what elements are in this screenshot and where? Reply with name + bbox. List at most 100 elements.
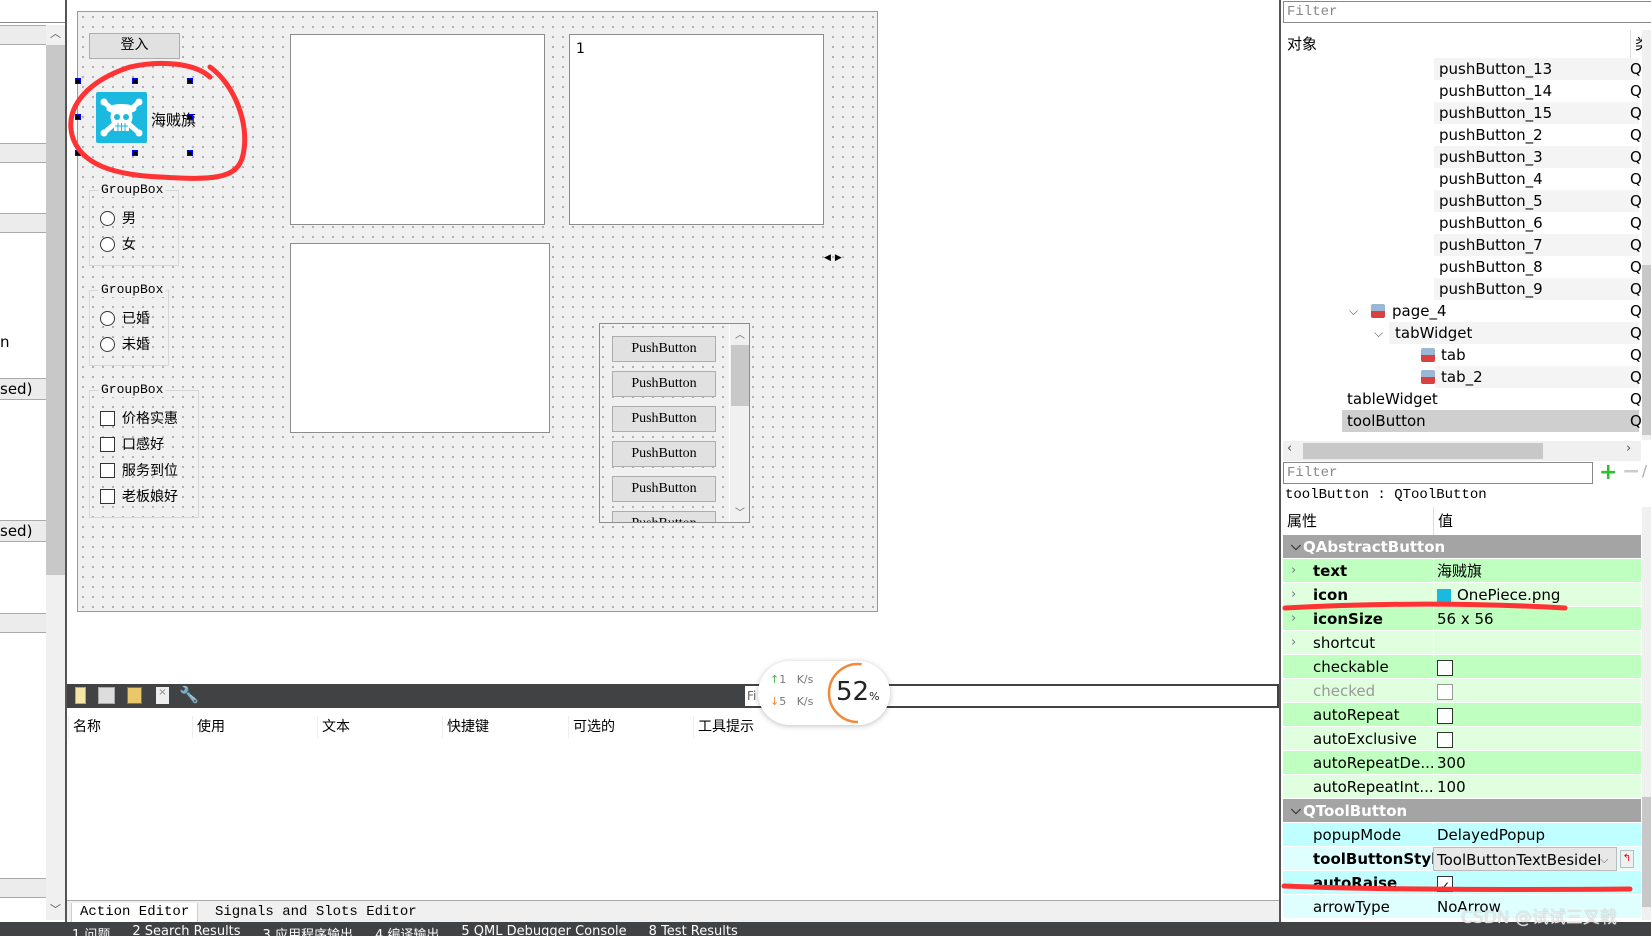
scrollbar-thumb[interactable] [731, 345, 749, 406]
object-tree-row[interactable]: pushButton_6 Q [1434, 212, 1642, 234]
checkbox[interactable] [100, 436, 115, 452]
scrollbar-thumb[interactable] [1642, 265, 1651, 435]
object-tree-vscrollbar[interactable] [1642, 30, 1651, 440]
chevron-down-icon[interactable]: ⌵ [1291, 535, 1301, 559]
left-section-header[interactable]: sed) [0, 378, 46, 400]
chevron-down-icon[interactable]: ⌵ [1374, 322, 1383, 344]
chevron-down-icon[interactable]: ⌵ [1349, 300, 1358, 322]
object-tree-row[interactable]: pushButton_7 Q [1434, 234, 1642, 256]
property-filter-input[interactable]: Filter [1283, 462, 1593, 484]
status-tab[interactable]: 3 应用程序输出 [263, 924, 353, 936]
left-section-header[interactable] [0, 213, 46, 233]
text-edit-1[interactable] [290, 34, 545, 225]
radio-female[interactable]: 女 [100, 234, 136, 254]
add-property-icon[interactable]: + [1599, 460, 1617, 485]
copy-icon[interactable] [98, 687, 115, 704]
object-tree-row[interactable]: ⌵ page_4 Q [1281, 300, 1642, 322]
radio-unmarried[interactable]: 未婚 [100, 334, 150, 354]
checkbox-boss[interactable]: 老板娘好 [100, 486, 178, 506]
property-group-header[interactable]: ⌵ QAbstractButton [1283, 535, 1641, 559]
tab-action-editor[interactable]: Action Editor [71, 903, 199, 923]
object-tree-row[interactable]: pushButton_13 Q [1434, 58, 1642, 80]
network-monitor-widget[interactable]: ↑1 K/s ↓5 K/s 52% [758, 661, 890, 725]
radio-circle[interactable] [100, 236, 115, 252]
left-filter[interactable] [0, 0, 65, 23]
scroll-area[interactable]: PushButton PushButton PushButton PushButton… [599, 323, 750, 523]
object-tree-row[interactable]: pushButton_8 Q [1434, 256, 1642, 278]
property-row-text[interactable]: › text 海贼旗 [1283, 559, 1641, 583]
paste-icon[interactable] [127, 687, 142, 704]
delete-icon[interactable]: × [156, 687, 169, 704]
object-tree-row[interactable]: pushButton_4 Q [1434, 168, 1642, 190]
checkbox-taste[interactable]: 口感好 [100, 434, 164, 454]
object-tree-row[interactable]: pushButton_15 Q [1434, 102, 1642, 124]
column-header-name[interactable]: 名称 [68, 716, 101, 738]
push-button[interactable]: PushButton [612, 441, 716, 467]
new-action-icon[interactable] [75, 687, 86, 704]
column-header-text[interactable]: 文本 [317, 716, 350, 738]
radio-circle[interactable] [100, 310, 115, 326]
radio-circle[interactable] [100, 210, 115, 226]
object-tree-row[interactable]: toolButton Q [1342, 410, 1642, 432]
object-tree-row[interactable]: tab_2 Q [1281, 366, 1642, 388]
splitter-arrows-icon[interactable]: ◀▶ [824, 253, 846, 263]
push-button[interactable]: PushButton [612, 406, 716, 432]
object-tree-row[interactable]: tab Q [1281, 344, 1642, 366]
chevron-right-icon[interactable]: › [1291, 559, 1296, 583]
wrench-icon[interactable]: 🔧 [179, 685, 199, 704]
push-button[interactable]: PushButton [612, 511, 716, 522]
checkbox[interactable] [100, 410, 115, 426]
text-edit-2[interactable]: 1 [569, 34, 824, 225]
push-button[interactable]: PushButton [612, 476, 716, 502]
scroll-up-icon[interactable]: ︿ [730, 326, 749, 341]
scroll-up-icon[interactable]: ︿ [46, 25, 65, 43]
column-header-shortcut[interactable]: 快捷键 [442, 716, 489, 738]
object-filter-input[interactable]: Filter [1283, 1, 1651, 23]
scrollbar-thumb[interactable] [1303, 443, 1543, 459]
object-tree-row[interactable]: pushButton_9 Q [1434, 278, 1642, 300]
object-tree-row[interactable]: pushButton_2 Q [1434, 124, 1642, 146]
status-tab[interactable]: 1 问题 [72, 924, 110, 936]
column-header-used[interactable]: 使用 [192, 716, 225, 738]
scroll-right-icon[interactable]: › [1626, 441, 1631, 456]
push-button[interactable]: PushButton [612, 336, 716, 362]
object-tree-hscrollbar[interactable]: ‹ › [1283, 441, 1641, 461]
scroll-left-icon[interactable]: ‹ [1287, 441, 1292, 456]
tab-signals-slots-editor[interactable]: Signals and Slots Editor [207, 903, 425, 923]
status-tab[interactable]: 2 Search Results [132, 924, 240, 936]
scroll-area-scrollbar[interactable]: ︿ ﹀ [729, 324, 749, 522]
status-tab[interactable]: 5 QML Debugger Console [461, 924, 626, 936]
radio-married[interactable]: 已婚 [100, 308, 150, 328]
column-header-property[interactable]: 属性 [1287, 507, 1317, 535]
checkbox[interactable] [100, 462, 115, 478]
left-section-header[interactable] [0, 143, 46, 163]
column-header-object[interactable]: 对象 [1287, 30, 1317, 58]
left-section-header[interactable]: sed) [0, 520, 46, 542]
configure-icon[interactable]: / [1642, 462, 1647, 480]
property-value[interactable]: 海贼旗 [1433, 559, 1641, 583]
column-header-tooltip[interactable]: 工具提示 [693, 716, 754, 738]
column-header-checkable[interactable]: 可选的 [568, 716, 615, 738]
text-edit-3[interactable] [290, 243, 550, 433]
left-section-header[interactable] [0, 878, 46, 898]
remove-property-icon[interactable]: − [1622, 459, 1640, 484]
object-tree-row[interactable]: pushButton_3 Q [1434, 146, 1642, 168]
status-tab[interactable]: 4 编译输出 [375, 924, 439, 936]
object-tree-row[interactable]: pushButton_5 Q [1434, 190, 1642, 212]
column-header-value[interactable]: 值 [1433, 507, 1453, 535]
radio-circle[interactable] [100, 336, 115, 352]
radio-male[interactable]: 男 [100, 208, 136, 228]
checkbox[interactable] [100, 488, 115, 504]
left-section-header[interactable] [0, 613, 46, 633]
left-section-header[interactable] [0, 25, 46, 45]
checkbox-price[interactable]: 价格实惠 [100, 408, 178, 428]
object-tree-row[interactable]: tableWidget Q [1342, 388, 1642, 410]
checkbox-service[interactable]: 服务到位 [100, 460, 178, 480]
watermark: CSDN @试试三叉戟 [1461, 908, 1617, 928]
status-tab[interactable]: 8 Test Results [649, 924, 738, 936]
object-tree-row[interactable]: ⌵ tabWidget Q [1281, 322, 1642, 344]
push-button[interactable]: PushButton [612, 371, 716, 397]
scroll-down-icon[interactable]: ﹀ [730, 504, 749, 519]
object-tree-row[interactable]: pushButton_14 Q [1434, 80, 1642, 102]
scroll-down-icon[interactable]: ﹀ [46, 901, 65, 919]
